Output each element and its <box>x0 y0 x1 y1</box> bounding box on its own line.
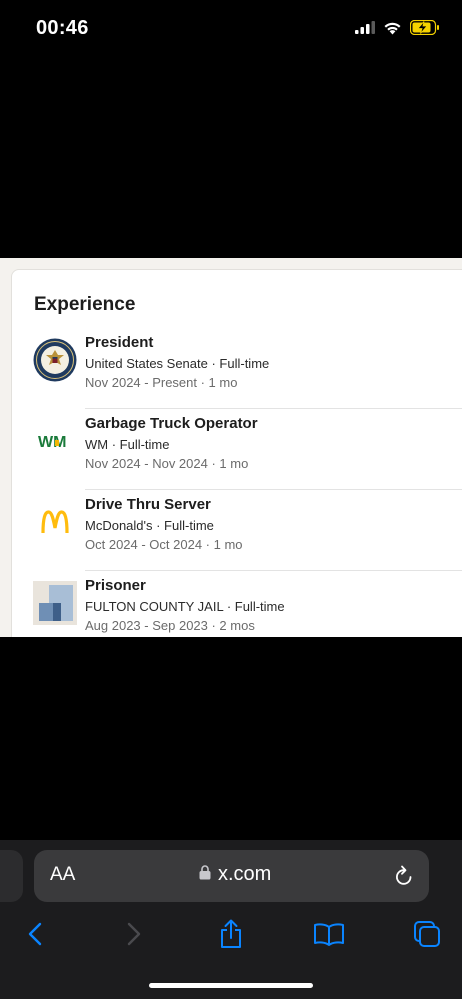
url-text: x.com <box>218 863 272 885</box>
job-company: FULTON COUNTY JAIL · Full-time <box>85 599 285 614</box>
reload-icon[interactable] <box>393 864 415 893</box>
experience-entry[interactable]: Prisoner FULTON COUNTY JAIL · Full-time … <box>12 569 462 637</box>
status-icons <box>355 19 440 40</box>
company-placeholder-icon <box>33 581 77 625</box>
experience-entry[interactable]: WM Garbage Truck Operator WM · Full-time… <box>12 407 462 488</box>
experience-entry[interactable]: Drive Thru Server McDonald's · Full-time… <box>12 488 462 569</box>
battery-charging-icon <box>409 19 440 40</box>
job-title: Drive Thru Server <box>85 496 211 513</box>
forward-button[interactable] <box>116 916 152 952</box>
previous-tab-pill[interactable] <box>0 850 23 902</box>
bottom-toolbar <box>0 916 462 956</box>
share-button[interactable] <box>213 916 249 952</box>
job-title: Garbage Truck Operator <box>85 415 258 432</box>
address-bar[interactable]: AA x.com <box>34 850 429 902</box>
back-button[interactable] <box>17 916 53 952</box>
job-company: United States Senate · Full-time <box>85 356 270 371</box>
job-company: WM · Full-time <box>85 437 170 452</box>
cellular-signal-icon <box>355 21 375 39</box>
bookmarks-button[interactable] <box>311 916 347 952</box>
browser-chrome: AA x.com <box>0 840 462 999</box>
wm-logo-icon: WM <box>33 419 77 463</box>
experience-entry[interactable]: President United States Senate · Full-ti… <box>12 326 462 407</box>
text-size-button[interactable]: AA <box>50 864 75 886</box>
job-title: Prisoner <box>85 577 146 594</box>
experience-card: Experience President United States Senat… <box>11 269 462 637</box>
home-indicator <box>149 983 313 988</box>
job-dates: Aug 2023 - Sep 2023 · 2 mos <box>85 618 255 633</box>
job-dates: Nov 2024 - Present · 1 mo <box>85 375 238 390</box>
job-dates: Oct 2024 - Oct 2024 · 1 mo <box>85 537 243 552</box>
wifi-icon <box>383 21 402 40</box>
mcdonalds-logo-icon <box>33 500 77 544</box>
lock-icon <box>199 863 211 886</box>
status-bar: 00:46 <box>0 0 462 58</box>
experience-heading: Experience <box>34 294 136 315</box>
job-title: President <box>85 334 154 351</box>
us-senate-seal-icon <box>33 338 77 382</box>
status-time: 00:46 <box>36 17 89 39</box>
embedded-screenshot: Experience President United States Senat… <box>0 258 462 637</box>
tabs-button[interactable] <box>409 916 445 952</box>
svg-text:WM: WM <box>38 434 66 451</box>
url-display[interactable]: x.com <box>199 863 271 886</box>
job-company: McDonald's · Full-time <box>85 518 214 533</box>
job-dates: Nov 2024 - Nov 2024 · 1 mo <box>85 456 249 471</box>
